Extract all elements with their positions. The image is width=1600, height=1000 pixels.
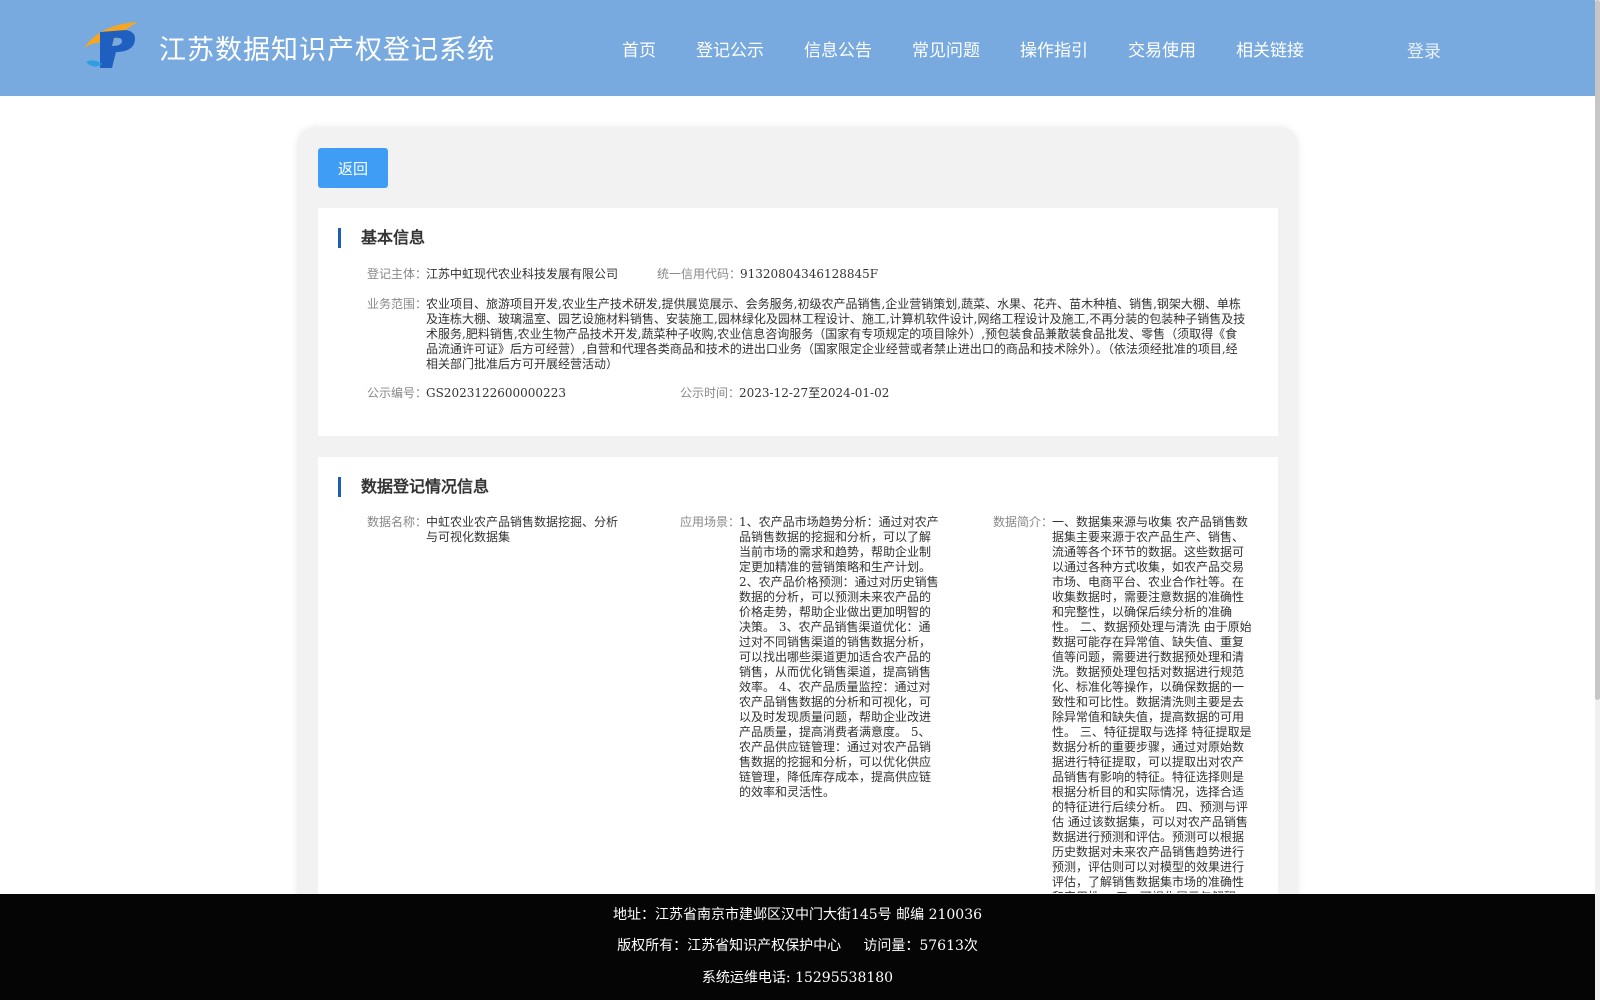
site-footer: 地址：江苏省南京市建邺区汉中门大街145号 邮编 210036 版权所有：江苏省… [0,894,1595,1000]
data-registration-title: 数据登记情况信息 [338,477,489,497]
data-name-value: 中虹农业农产品销售数据挖掘、分析与可视化数据集 [426,515,619,544]
basic-info-panel: 基本信息 登记主体： 江苏中虹现代农业科技发展有限公司 统一信用代码： 9132… [318,208,1278,436]
site-title: 江苏数据知识产权登记系统 [159,35,495,66]
business-scope-field: 业务范围： 农业项目、旅游项目开发,农业生产技术研发,提供展览展示、会务服务,初… [367,297,1247,373]
application-scene-label: 应用场景： [680,515,741,529]
data-name-label: 数据名称： [367,515,428,529]
publicity-time-value: 2023-12-27至2024-01-02 [739,386,890,400]
site-header: 江苏数据知识产权登记系统 首页 登记公示 信息公告 常见问题 操作指引 交易使用… [0,0,1595,96]
nav-links[interactable]: 相关链接 [1236,36,1304,61]
data-intro-value: 一、数据集来源与收集 农产品销售数据集主要来源于农产品生产、销售、流通等各个环节… [1052,515,1252,893]
publicity-number-field: 公示编号： GS2023122600000223 [367,386,667,402]
login-link[interactable]: 登录 [1407,37,1441,62]
data-intro-field: 数据简介： 一、数据集来源与收集 农产品销售数据集主要来源于农产品生产、销售、流… [993,515,1263,893]
nav-faq[interactable]: 常见问题 [912,36,980,61]
footer-copyright: 版权所有：江苏省知识产权保护中心 访问量：57613次 [617,938,978,954]
site-logo-icon[interactable] [80,18,142,72]
nav-registration-publicity[interactable]: 登记公示 [696,36,764,61]
publicity-number-label: 公示编号： [367,386,428,400]
nav-home[interactable]: 首页 [622,36,656,61]
main-nav: 首页 登记公示 信息公告 常见问题 操作指引 交易使用 相关链接 [622,36,1344,61]
entity-field: 登记主体： 江苏中虹现代农业科技发展有限公司 [367,267,667,283]
credit-code-field: 统一信用代码： 91320804346128845F [657,267,957,283]
back-button[interactable]: 返回 [318,148,388,188]
nav-trading[interactable]: 交易使用 [1128,36,1196,61]
scrollbar-thumb[interactable] [1595,0,1600,700]
publicity-time-field: 公示时间： 2023-12-27至2024-01-02 [680,386,980,402]
business-scope-label: 业务范围： [367,297,428,311]
footer-address: 地址：江苏省南京市建邺区汉中门大街145号 邮编 210036 [612,907,983,923]
data-name-field: 数据名称： 中虹农业农产品销售数据挖掘、分析与可视化数据集 [367,515,627,555]
footer-phone: 系统运维电话: 15295538180 [701,970,894,986]
basic-info-title: 基本信息 [338,228,425,248]
data-registration-panel: 数据登记情况信息 数据名称： 中虹农业农产品销售数据挖掘、分析与可视化数据集 应… [318,457,1278,957]
business-scope-value: 农业项目、旅游项目开发,农业生产技术研发,提供展览展示、会务服务,初级农产品销售… [426,297,1246,371]
application-scene-value: 1、农产品市场趋势分析：通过对农产品销售数据的挖掘和分析，可以了解当前市场的需求… [739,515,939,799]
publicity-time-label: 公示时间： [680,386,741,400]
data-intro-label: 数据简介： [993,515,1054,529]
publicity-number-value: GS2023122600000223 [426,386,566,400]
credit-code-label: 统一信用代码： [657,267,742,281]
nav-guide[interactable]: 操作指引 [1020,36,1088,61]
entity-label: 登记主体： [367,267,428,281]
nav-announcements[interactable]: 信息公告 [804,36,872,61]
credit-code-value: 91320804346128845F [740,267,879,281]
entity-value: 江苏中虹现代农业科技发展有限公司 [426,267,619,281]
application-scene-field: 应用场景： 1、农产品市场趋势分析：通过对农产品销售数据的挖掘和分析，可以了解当… [680,515,950,895]
